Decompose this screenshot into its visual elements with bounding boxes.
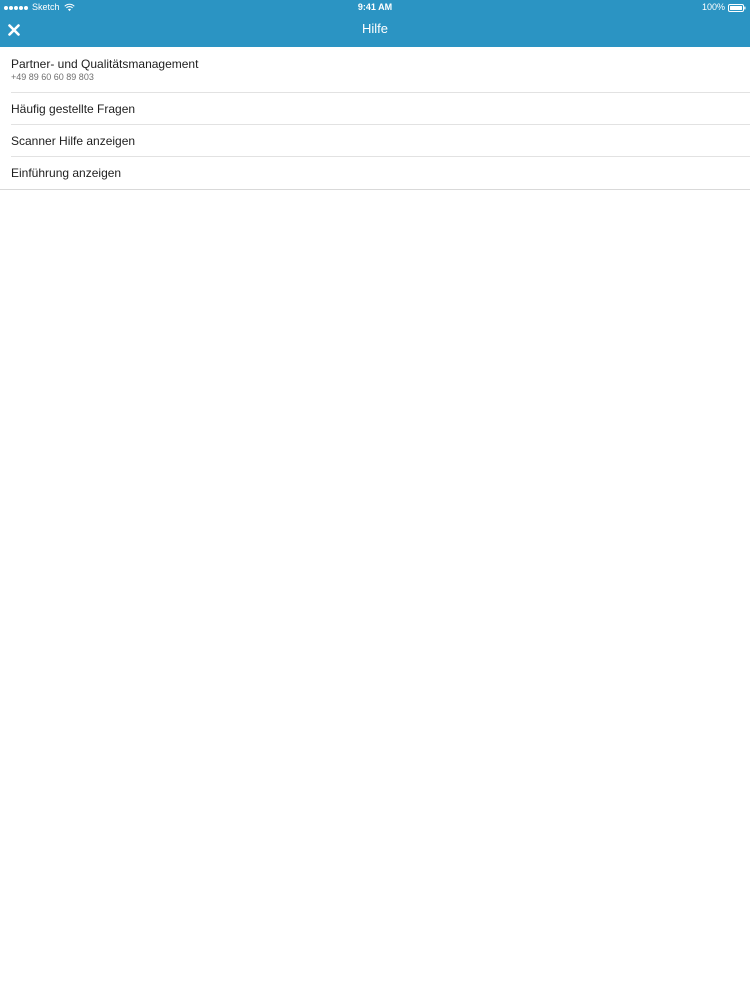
list-item-partner-management[interactable]: Partner- und Qualitätsmanagement +49 89 … (0, 47, 750, 93)
help-screen: Sketch 9:41 AM 100% Hilfe Partner- und Q… (0, 0, 750, 1000)
list-item-intro[interactable]: Einführung anzeigen (0, 157, 750, 189)
page-title: Hilfe (361, 21, 388, 36)
list-item-faq[interactable]: Häufig gestellte Fragen (0, 93, 750, 125)
status-bar: Sketch 9:41 AM 100% (0, 0, 750, 15)
contact-title: Partner- und Qualitätsmanagement (11, 57, 199, 71)
battery-icon (728, 3, 746, 12)
navigation-bar: Hilfe (0, 15, 750, 47)
battery-percent: 100% (701, 2, 725, 12)
list-item-scanner-help[interactable]: Scanner Hilfe anzeigen (0, 125, 750, 157)
contact-phone[interactable]: +49 89 60 60 89 803 (11, 72, 94, 83)
status-time: 9:41 AM (357, 2, 393, 12)
status-right: 100% (702, 0, 746, 15)
header-bar: Sketch 9:41 AM 100% Hilfe (0, 0, 750, 47)
help-list: Partner- und Qualitätsmanagement +49 89 … (0, 47, 750, 190)
